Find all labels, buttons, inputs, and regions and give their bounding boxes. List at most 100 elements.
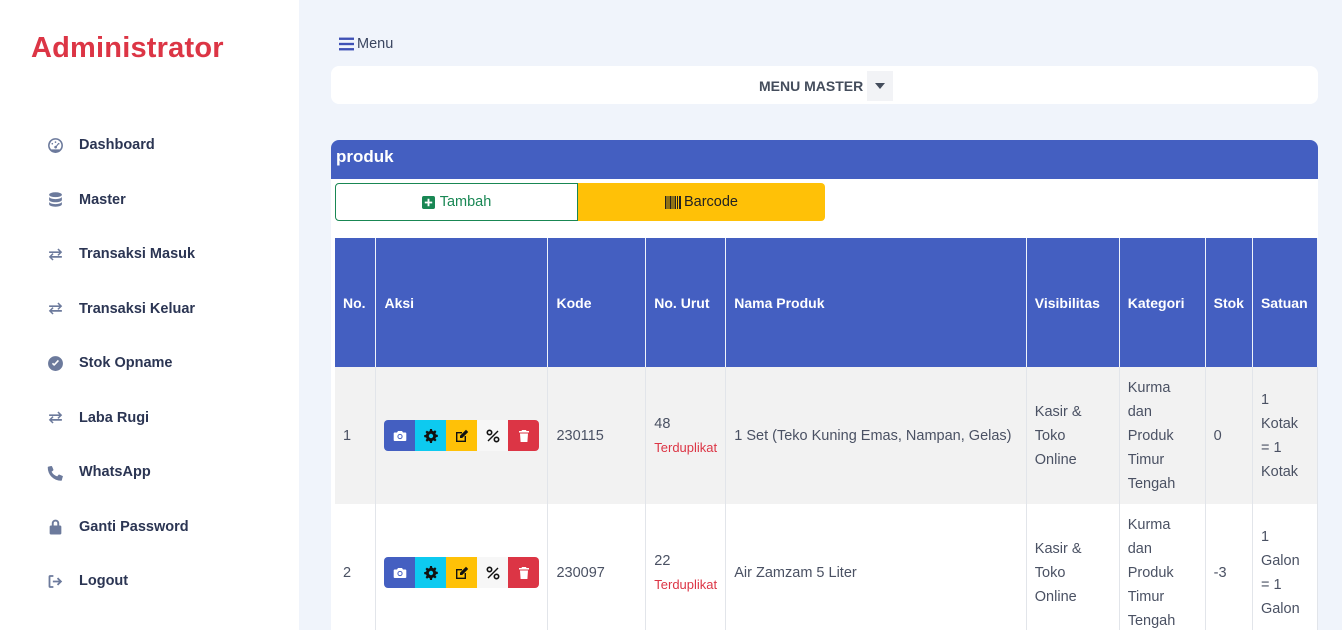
sidebar-item-label: Transaksi Masuk (79, 246, 196, 263)
duplicate-badge: Terduplikat (654, 439, 718, 455)
plus-square-icon (421, 195, 435, 209)
sidebar-item-stok-opname[interactable]: Stok Opname (0, 336, 299, 391)
discount-button[interactable] (477, 557, 509, 588)
sidebar-item-label: Ganti Password (79, 518, 189, 535)
sidebar-item-transaksi-masuk[interactable]: Transaksi Masuk (0, 227, 299, 282)
percent-icon (486, 565, 500, 580)
master-menu-bar: MENU MASTER (331, 66, 1318, 104)
card-actions: Tambah Barcode (335, 183, 825, 221)
caret-down-icon[interactable] (867, 71, 894, 101)
table-row: 2 230097 22 Terduplikat Air Zamzam 5 Lit… (335, 504, 1318, 630)
tambah-label: Tambah (439, 194, 492, 210)
check-circle-icon (46, 354, 64, 372)
edit-icon (455, 566, 469, 579)
col-header-satuan[interactable]: Satuan (1252, 238, 1318, 367)
dashboard-icon (46, 136, 64, 154)
settings-button[interactable] (415, 557, 447, 588)
cell-no: 2 (335, 504, 377, 630)
barcode-label: Barcode (683, 194, 738, 210)
cell-kategori: Kurma dan Produk Timur Tengah (1119, 367, 1206, 504)
master-menu-dropdown[interactable]: MENU MASTER (759, 71, 894, 101)
master-menu-label: MENU MASTER (759, 78, 864, 94)
lock-icon (46, 518, 64, 536)
sidebar-item-logout[interactable]: Logout (0, 554, 299, 609)
delete-button[interactable] (508, 557, 540, 588)
produk-table: No. Aksi Kode No. Urut Nama Produk Visib… (335, 238, 1318, 630)
edit-button[interactable] (446, 557, 478, 588)
hamburger-icon (339, 37, 354, 51)
barcode-icon (664, 195, 681, 209)
sidebar-nav: Dashboard Master Transaksi Masuk Transak… (0, 118, 299, 609)
sidebar-item-label: Master (79, 191, 126, 208)
cell-visibilitas: Kasir & Toko Online (1026, 504, 1120, 630)
menu-toggle-button[interactable]: Menu (339, 36, 393, 52)
phone-icon (46, 463, 64, 481)
sidebar-item-laba-rugi[interactable]: Laba Rugi (0, 391, 299, 446)
col-header-aksi[interactable]: Aksi (375, 238, 549, 367)
gear-icon (424, 428, 438, 443)
exchange-icon (46, 409, 64, 427)
sidebar-item-ganti-password[interactable]: Ganti Password (0, 500, 299, 555)
cell-satuan: 1 Kotak = 1 Kotak (1252, 367, 1318, 504)
cell-kode: 230097 (547, 504, 647, 630)
cell-aksi (375, 367, 549, 504)
row-action-group (384, 420, 540, 451)
camera-button[interactable] (384, 557, 416, 588)
camera-icon (393, 567, 407, 578)
col-header-kode[interactable]: Kode (547, 238, 647, 367)
col-header-no[interactable]: No. (335, 238, 377, 367)
logout-icon (46, 572, 64, 590)
cell-nama-produk: 1 Set (Teko Kuning Emas, Nampan, Gelas) (725, 367, 1027, 504)
sidebar-item-label: Stok Opname (79, 355, 173, 372)
menu-toggle-label: Menu (357, 36, 394, 52)
exchange-icon (46, 245, 64, 263)
discount-button[interactable] (477, 420, 509, 451)
sidebar-item-label: Dashboard (79, 137, 155, 154)
cell-no-urut: 48 Terduplikat (645, 367, 727, 504)
barcode-button[interactable]: Barcode (578, 183, 825, 221)
cell-aksi (375, 504, 549, 630)
sidebar-item-whatsapp[interactable]: WhatsApp (0, 445, 299, 500)
table-row: 1 230115 48 Terduplikat 1 Set (Teko Kuni… (335, 367, 1318, 504)
sidebar-item-label: WhatsApp (79, 464, 151, 481)
delete-button[interactable] (508, 420, 540, 451)
trash-icon (518, 566, 529, 579)
tambah-button[interactable]: Tambah (335, 183, 578, 221)
col-header-nama-produk[interactable]: Nama Produk (725, 238, 1027, 367)
no-urut-value: 22 (654, 552, 671, 569)
sidebar-item-label: Logout (79, 573, 129, 590)
brand-title: Administrator (31, 32, 224, 64)
sidebar-item-label: Laba Rugi (79, 409, 150, 426)
cell-no-urut: 22 Terduplikat (645, 504, 727, 630)
col-header-kategori[interactable]: Kategori (1119, 238, 1206, 367)
cell-nama-produk: Air Zamzam 5 Liter (725, 504, 1027, 630)
col-header-stok[interactable]: Stok (1205, 238, 1253, 367)
cell-visibilitas: Kasir & Toko Online (1026, 367, 1120, 504)
edit-button[interactable] (446, 420, 478, 451)
sidebar-item-dashboard[interactable]: Dashboard (0, 118, 299, 173)
row-action-group (384, 557, 540, 588)
database-icon (46, 191, 64, 209)
table-header-row: No. Aksi Kode No. Urut Nama Produk Visib… (335, 238, 1318, 367)
col-header-no-urut[interactable]: No. Urut (645, 238, 727, 367)
sidebar: Administrator Dashboard Master Transaksi… (0, 0, 299, 630)
cell-stok: 0 (1205, 367, 1253, 504)
gear-icon (424, 565, 438, 580)
duplicate-badge: Terduplikat (654, 576, 718, 592)
sidebar-item-label: Transaksi Keluar (79, 300, 196, 317)
cell-stok: -3 (1205, 504, 1253, 630)
col-header-visibilitas[interactable]: Visibilitas (1026, 238, 1120, 367)
camera-button[interactable] (384, 420, 416, 451)
cell-kode: 230115 (547, 367, 647, 504)
camera-icon (393, 430, 407, 441)
sidebar-item-transaksi-keluar[interactable]: Transaksi Keluar (0, 282, 299, 337)
cell-kategori: Kurma dan Produk Timur Tengah (1119, 504, 1206, 630)
settings-button[interactable] (415, 420, 447, 451)
exchange-icon (46, 300, 64, 318)
percent-icon (486, 428, 500, 443)
trash-icon (518, 429, 529, 442)
cell-satuan: 1 Galon = 1 Galon (1252, 504, 1318, 630)
no-urut-value: 48 (654, 415, 671, 432)
cell-no: 1 (335, 367, 377, 504)
sidebar-item-master[interactable]: Master (0, 173, 299, 228)
